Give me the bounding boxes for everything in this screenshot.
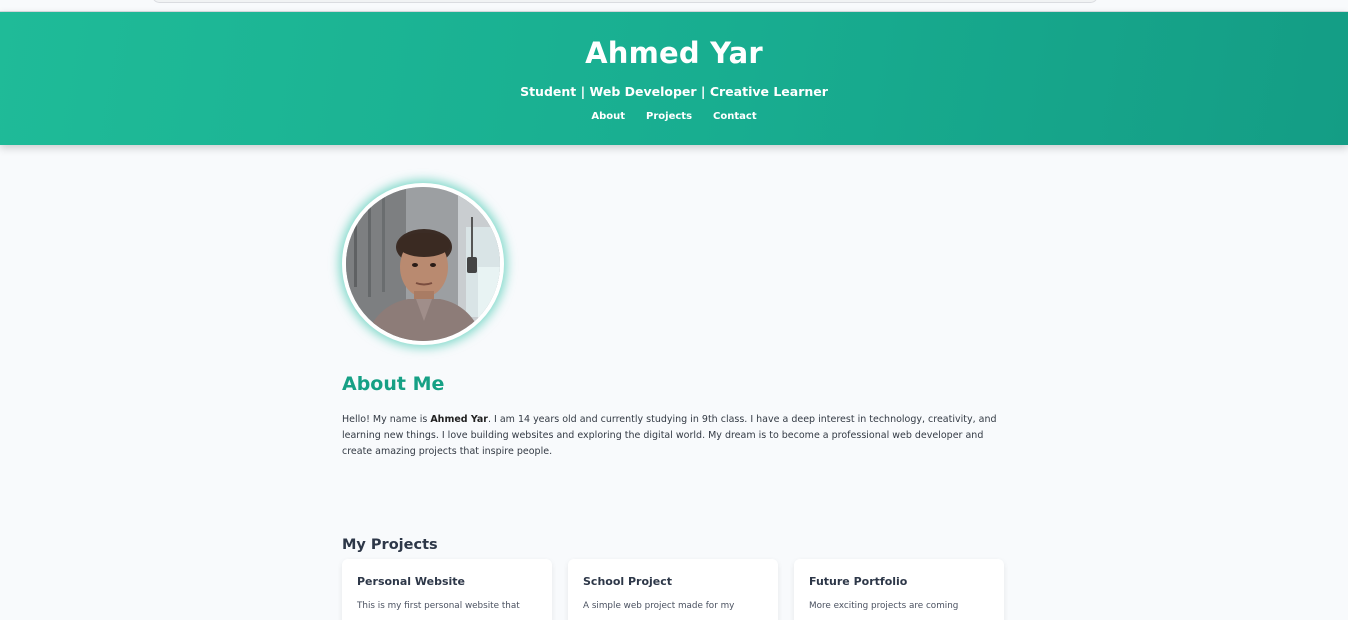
project-card-personal-website[interactable]: Personal Website This is my first person… xyxy=(342,559,552,620)
main-nav: About Projects Contact xyxy=(0,111,1348,122)
project-card-school-project[interactable]: School Project A simple web project made… xyxy=(568,559,778,620)
site-header: Ahmed Yar Student | Web Developer | Crea… xyxy=(0,12,1348,145)
project-card-title: Personal Website xyxy=(357,575,466,588)
address-bar[interactable] xyxy=(152,0,1098,3)
about-name-bold: Ahmed Yar xyxy=(430,414,488,425)
project-card-title: Future Portfolio xyxy=(809,575,908,588)
nav-link-about[interactable]: About xyxy=(591,111,625,122)
project-card-text: A simple web project made for my xyxy=(583,601,735,611)
project-card-text: More exciting projects are coming xyxy=(809,601,959,611)
profile-photo-image xyxy=(346,187,500,341)
nav-link-contact[interactable]: Contact xyxy=(713,111,757,122)
project-card-future-portfolio[interactable]: Future Portfolio More exciting projects … xyxy=(794,559,1004,620)
projects-heading: My Projects xyxy=(342,537,438,553)
about-heading: About Me xyxy=(342,373,445,395)
project-card-title: School Project xyxy=(583,575,673,588)
about-intro-before: Hello! My name is xyxy=(342,414,431,425)
browser-top-strip xyxy=(0,0,1348,12)
about-paragraph: Hello! My name is Ahmed Yar. I am 14 yea… xyxy=(342,412,1006,460)
profile-photo xyxy=(342,183,504,345)
project-card-text: This is my first personal website that xyxy=(357,601,520,611)
site-title: Ahmed Yar xyxy=(585,36,763,70)
site-tagline: Student | Web Developer | Creative Learn… xyxy=(520,84,828,99)
nav-link-projects[interactable]: Projects xyxy=(646,111,692,122)
